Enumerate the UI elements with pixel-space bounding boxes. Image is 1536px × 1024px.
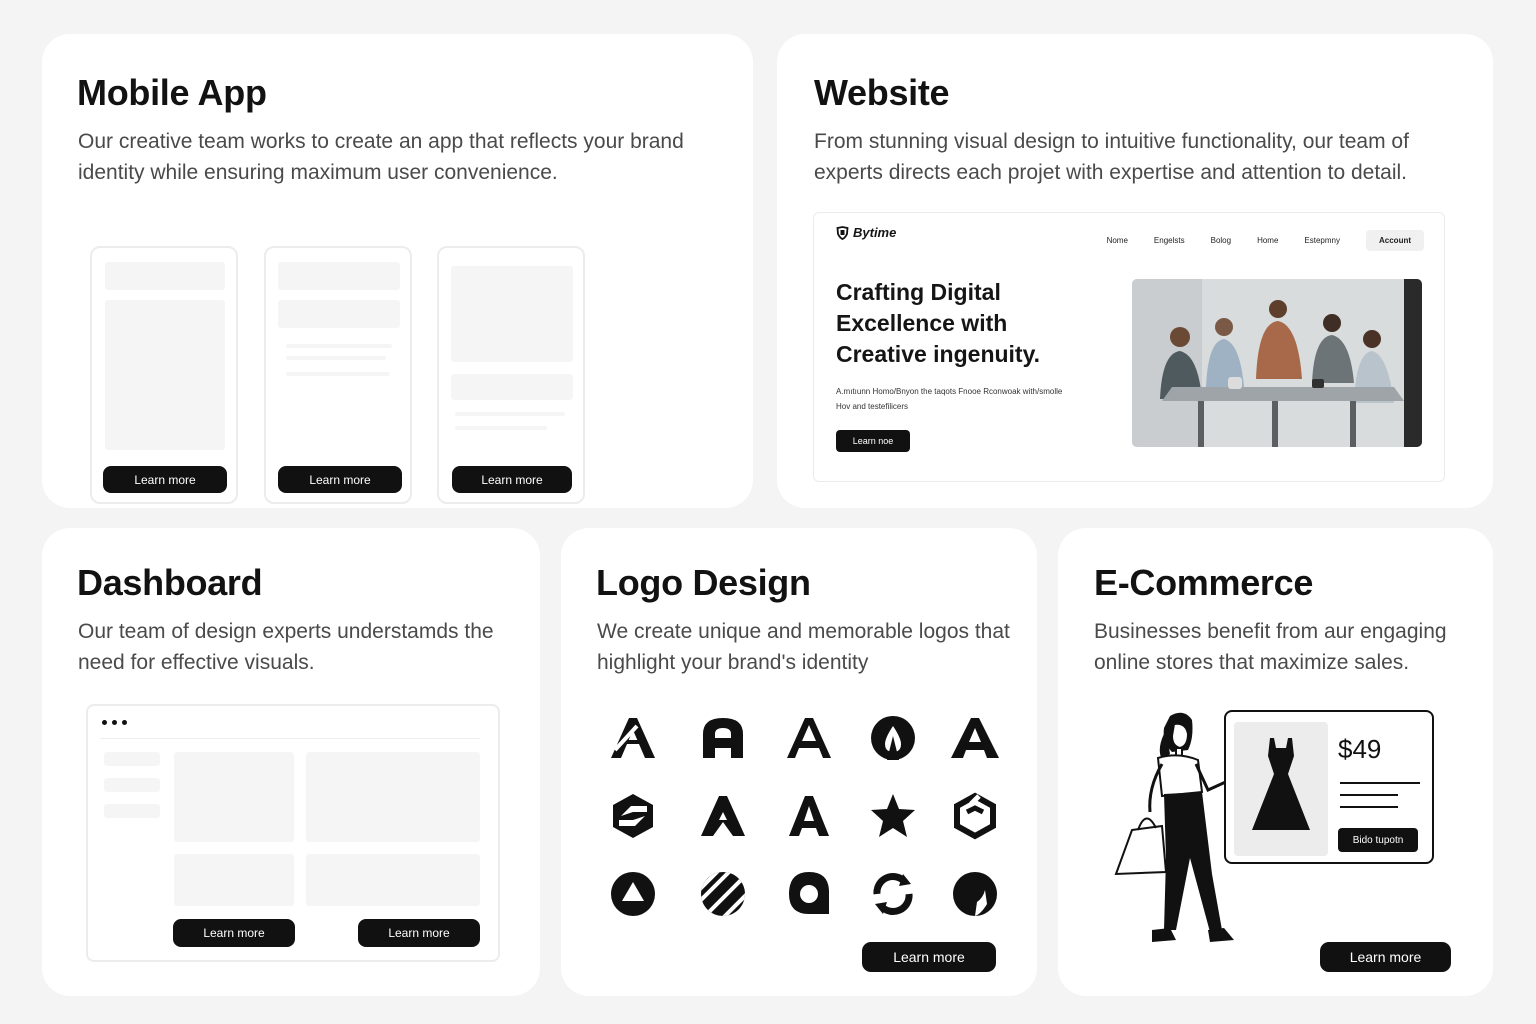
placeholder-block bbox=[278, 262, 400, 290]
placeholder-line bbox=[286, 344, 392, 348]
nav-link[interactable]: Home bbox=[1257, 236, 1278, 245]
a-wide-icon bbox=[951, 718, 999, 758]
speech-bubble-icon bbox=[789, 872, 829, 914]
product-line bbox=[1340, 782, 1420, 784]
widget-placeholder bbox=[174, 854, 294, 906]
card-title: Website bbox=[814, 72, 950, 113]
window-dots-icon bbox=[102, 720, 127, 725]
card-title: E-Commerce bbox=[1094, 562, 1314, 603]
shopper-illustration bbox=[1114, 712, 1240, 942]
placeholder-block bbox=[278, 300, 400, 328]
card-description: Our team of design experts understamds t… bbox=[78, 620, 494, 674]
placeholder-line bbox=[455, 412, 565, 416]
drop-circle-icon bbox=[871, 716, 915, 760]
widget-placeholder bbox=[174, 752, 294, 842]
a-bold-icon bbox=[703, 718, 743, 758]
nav-link[interactable]: Estepmny bbox=[1304, 236, 1340, 245]
nav-link[interactable]: Bolog bbox=[1211, 236, 1231, 245]
product-line bbox=[1340, 794, 1398, 796]
striped-circle-icon bbox=[701, 872, 745, 916]
placeholder-block bbox=[105, 300, 225, 450]
site-cta-button[interactable]: Learn noe bbox=[836, 430, 910, 452]
website-card: Website From stunning visual design to i… bbox=[777, 34, 1493, 508]
crescent-drop-icon bbox=[953, 872, 997, 916]
card-title: Logo Design bbox=[596, 562, 811, 603]
learn-more-button[interactable]: Learn more bbox=[103, 466, 227, 493]
a-stencil-icon bbox=[611, 718, 655, 758]
widget-placeholder bbox=[306, 854, 480, 906]
nav-link[interactable]: Engelsts bbox=[1154, 236, 1185, 245]
account-button[interactable]: Account bbox=[1366, 230, 1424, 251]
card-description: We create unique and memorable logos tha… bbox=[597, 620, 1010, 674]
product-card: $49 Bido tupotn bbox=[1224, 710, 1434, 864]
team-meeting-image bbox=[1132, 279, 1422, 447]
dashboard-mockup: Learn more Learn more bbox=[86, 704, 500, 962]
site-subtext: A.mıtıunn Homo/Bnyon the taqots Fnooe Rc… bbox=[836, 387, 1063, 411]
learn-more-button[interactable]: Learn more bbox=[278, 466, 402, 493]
product-line bbox=[1340, 806, 1398, 808]
cube-outline-icon bbox=[954, 792, 996, 840]
product-price: $49 bbox=[1338, 734, 1382, 764]
star-icon bbox=[871, 794, 915, 837]
sidebar-placeholder bbox=[104, 804, 160, 818]
hexagon-swirl-icon bbox=[613, 794, 653, 838]
team-photo bbox=[1132, 279, 1422, 447]
learn-more-button[interactable]: Learn more bbox=[862, 942, 996, 972]
card-description: From stunning visual design to intuitive… bbox=[814, 130, 1409, 184]
widget-placeholder bbox=[306, 752, 480, 842]
placeholder-block bbox=[451, 374, 573, 400]
triangle-circle-icon bbox=[611, 872, 655, 916]
card-title: Dashboard bbox=[77, 562, 263, 603]
placeholder-line bbox=[286, 356, 386, 360]
learn-more-button[interactable]: Learn more bbox=[452, 466, 572, 493]
refresh-circle-icon bbox=[873, 873, 913, 915]
site-brand-name: Bytime bbox=[853, 225, 897, 240]
learn-more-button[interactable]: Learn more bbox=[1320, 942, 1451, 972]
site-brand: Bytime bbox=[836, 225, 896, 240]
a-outline-icon bbox=[787, 718, 831, 758]
product-image bbox=[1234, 722, 1328, 856]
nav-link[interactable]: Nome bbox=[1107, 236, 1128, 245]
divider bbox=[100, 738, 480, 739]
placeholder-block bbox=[105, 262, 225, 290]
a-split-icon bbox=[701, 796, 745, 836]
card-description: Businesses benefit from aur engaging onl… bbox=[1094, 620, 1447, 674]
site-headline: Crafting Digital Excellence with Creativ… bbox=[836, 279, 1041, 367]
learn-more-button[interactable]: Learn more bbox=[173, 919, 295, 947]
sidebar-placeholder bbox=[104, 752, 160, 766]
site-nav: Nome Engelsts Bolog Home Estepmny Accoun… bbox=[1081, 230, 1424, 251]
phone-mockup: Learn more bbox=[437, 246, 585, 504]
sidebar-placeholder bbox=[104, 778, 160, 792]
placeholder-line bbox=[455, 426, 547, 430]
ecommerce-card: E-Commerce Businesses benefit from aur e… bbox=[1058, 528, 1493, 996]
placeholder-block bbox=[451, 266, 573, 362]
phone-mockup: Learn more bbox=[264, 246, 412, 504]
product-buy-button[interactable]: Bido tupotn bbox=[1338, 828, 1418, 852]
a-serif-icon bbox=[789, 796, 829, 836]
learn-more-button[interactable]: Learn more bbox=[358, 919, 480, 947]
shield-logo-icon bbox=[836, 225, 849, 240]
dress-icon bbox=[1252, 738, 1310, 830]
card-title: Mobile App bbox=[77, 72, 267, 113]
logo-design-card: Logo Design We create unique and memorab… bbox=[561, 528, 1037, 996]
card-description: Our creative team works to create an app… bbox=[78, 130, 684, 184]
website-mockup: Bytime Nome Engelsts Bolog Home Estepmny… bbox=[813, 212, 1445, 482]
mobile-app-card: Mobile App Our creative team works to cr… bbox=[42, 34, 753, 508]
dashboard-card: Dashboard Our team of design experts und… bbox=[42, 528, 540, 996]
placeholder-line bbox=[286, 372, 390, 376]
phone-mockup: Learn more bbox=[90, 246, 238, 504]
